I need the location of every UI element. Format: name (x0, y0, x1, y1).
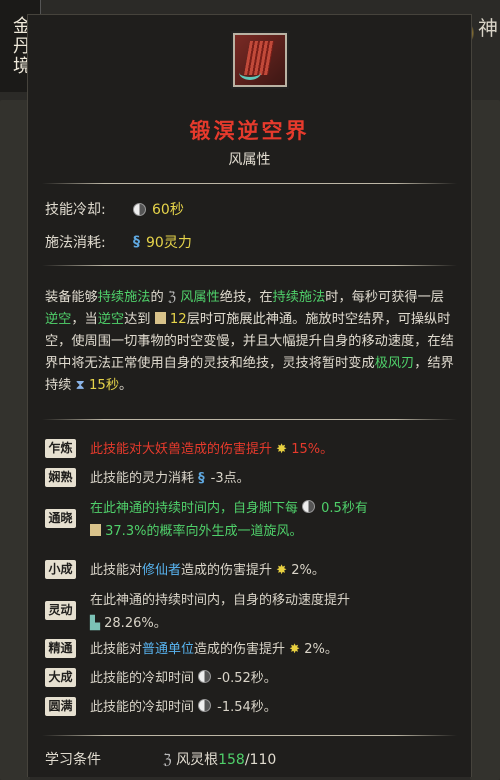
skill-name: 锻溟逆空界 (189, 118, 310, 143)
skill-attribute: 风属性 (228, 152, 271, 168)
upgrade-tag: 通晓 (45, 509, 76, 528)
learn-requirement: 风灵根 (176, 752, 219, 768)
spirit-power-icon: § (198, 471, 205, 486)
cost-value: 90灵力 (146, 235, 192, 251)
upgrade-row: 圆满 此技能的冷却时间 -1.54秒。 (45, 697, 277, 719)
upgrade-row: 通晓 在此神通的持续时间内，自身脚下每 0.5秒有 37.3%的概率向外生成一道… (45, 497, 368, 543)
burst-icon: ✸ (276, 442, 288, 457)
learn-current-value: 158 (218, 752, 245, 768)
hourglass-icon: ⧗ (75, 378, 85, 393)
skill-tooltip-panel: 锻溟逆空界 风属性 技能冷却: 60秒 施法消耗: § 90灵力 装备能够持续施… (27, 14, 472, 777)
upgrade-tag: 灵动 (45, 601, 76, 620)
cooldown-icon (198, 699, 212, 712)
cost-row: 施法消耗: § 90灵力 (45, 232, 192, 252)
divider (42, 183, 457, 184)
upgrade-row: 精通 此技能对普通单位造成的伤害提升 ✸ 2%。 (45, 639, 338, 661)
skill-book-icon (233, 33, 287, 87)
divider (42, 419, 457, 420)
wind-attribute-icon: ℨ (167, 290, 177, 305)
scroll-icon (90, 524, 101, 536)
scroll-icon (154, 312, 166, 324)
upgrade-row: 灵动 在此神通的持续时间内，自身的移动速度提升 ▙ 28.26%。 (45, 589, 350, 635)
upgrade-tag: 娴熟 (45, 468, 76, 487)
corner-char: 神 (478, 16, 498, 40)
background-panel (470, 100, 500, 780)
learn-condition-label: 学习条件 (45, 752, 101, 768)
cooldown-label: 技能冷却: (45, 202, 106, 218)
boot-icon: ▙ (90, 616, 100, 631)
upgrade-tag: 精通 (45, 639, 76, 658)
cost-label: 施法消耗: (45, 235, 106, 251)
cooldown-icon (302, 500, 316, 513)
burst-icon: ✸ (276, 563, 288, 578)
learn-required-value: /110 (244, 752, 277, 768)
skill-description: 装备能够持续施法的 ℨ 风属性绝技，在持续施法时，每秒可获得一层逆空，当逆空达到… (45, 290, 454, 393)
upgrade-row: 大成 此技能的冷却时间 -0.52秒。 (45, 668, 277, 690)
upgrade-tag: 乍炼 (45, 439, 76, 458)
cooldown-value: 60秒 (152, 202, 184, 218)
upgrade-row: 乍炼 此技能对大妖兽造成的伤害提升 ✸ 15%。 (45, 439, 333, 461)
upgrade-row: 小成 此技能对修仙者造成的伤害提升 ✸ 2%。 (45, 560, 325, 582)
divider (42, 735, 457, 736)
wind-attribute-icon: ℨ (163, 752, 172, 768)
divider (42, 265, 457, 266)
burst-icon: ✸ (289, 642, 301, 657)
upgrade-row: 娴熟 此技能的灵力消耗 § -3点。 (45, 468, 250, 490)
spirit-power-icon: § (133, 234, 140, 250)
background-panel (0, 100, 30, 780)
upgrade-tag: 大成 (45, 668, 76, 687)
upgrade-tag: 小成 (45, 560, 76, 579)
upgrade-tag: 圆满 (45, 697, 76, 716)
cooldown-icon (198, 670, 212, 683)
learn-condition-row: 学习条件 ℨ 风灵根158/110 (45, 749, 445, 769)
cooldown-icon (133, 202, 146, 216)
cooldown-row: 技能冷却: 60秒 (45, 199, 184, 219)
